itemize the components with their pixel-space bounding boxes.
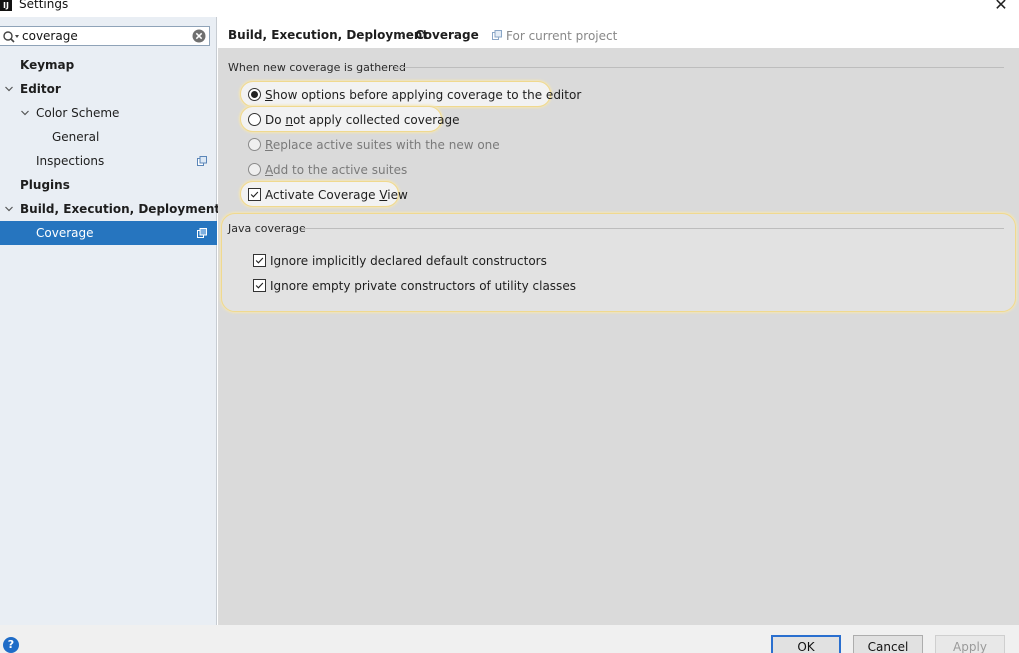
sidebar-item-inspections[interactable]: Inspections: [0, 149, 217, 173]
sidebar-item-editor[interactable]: Editor: [0, 77, 217, 101]
scope-label: For current project: [506, 29, 618, 43]
option-label: Show options before applying coverage to…: [265, 88, 582, 102]
checkbox-checked-icon[interactable]: [248, 188, 261, 201]
sidebar-item-label: Coverage: [36, 226, 94, 240]
sidebar-item-label: Editor: [20, 82, 61, 96]
chevron-down-icon[interactable]: [4, 197, 14, 221]
project-scope-icon: [197, 156, 207, 166]
radio-button[interactable]: [248, 88, 261, 101]
clear-search-icon[interactable]: [192, 29, 206, 43]
coverage-group-title: When new coverage is gathered: [228, 61, 406, 74]
radio-button[interactable]: [248, 138, 261, 151]
settings-sidebar: Keymap Editor Color Scheme General Inspe…: [0, 17, 221, 625]
window-title: Settings: [19, 0, 69, 11]
option-label: Do not apply collected coverage: [265, 113, 460, 127]
sidebar-item-label: General: [52, 130, 100, 144]
java-coverage-group-title: Java coverage: [228, 222, 306, 235]
group-divider: [396, 67, 1004, 68]
sidebar-item-coverage[interactable]: Coverage: [0, 221, 217, 245]
chevron-down-icon[interactable]: [20, 101, 30, 125]
dialog-footer: ? OK Cancel Apply: [0, 625, 1019, 653]
radio-button[interactable]: [248, 113, 261, 126]
group-divider: [302, 228, 1004, 229]
radio-button[interactable]: [248, 163, 261, 176]
breadcrumb-separator: ›: [401, 27, 406, 41]
help-icon[interactable]: ?: [3, 637, 19, 653]
coverage-settings-panel: When new coverage is gathered Show optio…: [218, 48, 1019, 625]
option-label: Add to the active suites: [265, 163, 408, 177]
option-label: Ignore implicitly declared default const…: [270, 254, 547, 268]
settings-header: Build, Execution, Deployment › Coverage …: [217, 17, 1019, 48]
sidebar-item-label: Build, Execution, Deployment: [20, 202, 221, 216]
search-box: [0, 26, 210, 46]
chevron-down-icon[interactable]: [4, 77, 14, 101]
sidebar-item-keymap[interactable]: Keymap: [0, 53, 217, 77]
settings-tree: Keymap Editor Color Scheme General Inspe…: [0, 53, 221, 245]
project-scope-icon: [492, 30, 502, 40]
search-input[interactable]: [22, 28, 186, 44]
close-icon[interactable]: ✕: [993, 0, 1009, 14]
ok-button[interactable]: OK: [771, 635, 841, 653]
search-icon[interactable]: [2, 30, 20, 44]
option-label: Activate Coverage View: [265, 188, 408, 202]
breadcrumb-build-execution-deployment: Build, Execution, Deployment: [228, 28, 429, 42]
sidebar-item-label: Inspections: [36, 154, 105, 168]
breadcrumb-coverage: Coverage: [415, 28, 479, 42]
project-scope-icon: [197, 228, 207, 238]
sidebar-item-label: Keymap: [20, 58, 75, 72]
sidebar-item-build-execution-deployment[interactable]: Build, Execution, Deployment: [0, 197, 221, 221]
sidebar-item-color-scheme[interactable]: Color Scheme: [0, 101, 217, 125]
cancel-button[interactable]: Cancel: [853, 635, 923, 653]
sidebar-item-label: Plugins: [20, 178, 70, 192]
sidebar-item-label: Color Scheme: [36, 106, 120, 120]
sidebar-item-plugins[interactable]: Plugins: [0, 173, 217, 197]
apply-button[interactable]: Apply: [935, 635, 1005, 653]
title-bar: IJ Settings ✕: [0, 0, 1019, 17]
option-label: Ignore empty private constructors of uti…: [270, 279, 576, 293]
checkbox-checked-icon[interactable]: [253, 254, 266, 267]
checkbox-checked-icon[interactable]: [253, 279, 266, 292]
option-label: Replace active suites with the new one: [265, 138, 500, 152]
sidebar-item-general[interactable]: General: [0, 125, 217, 149]
intellij-icon: IJ: [0, 0, 12, 11]
